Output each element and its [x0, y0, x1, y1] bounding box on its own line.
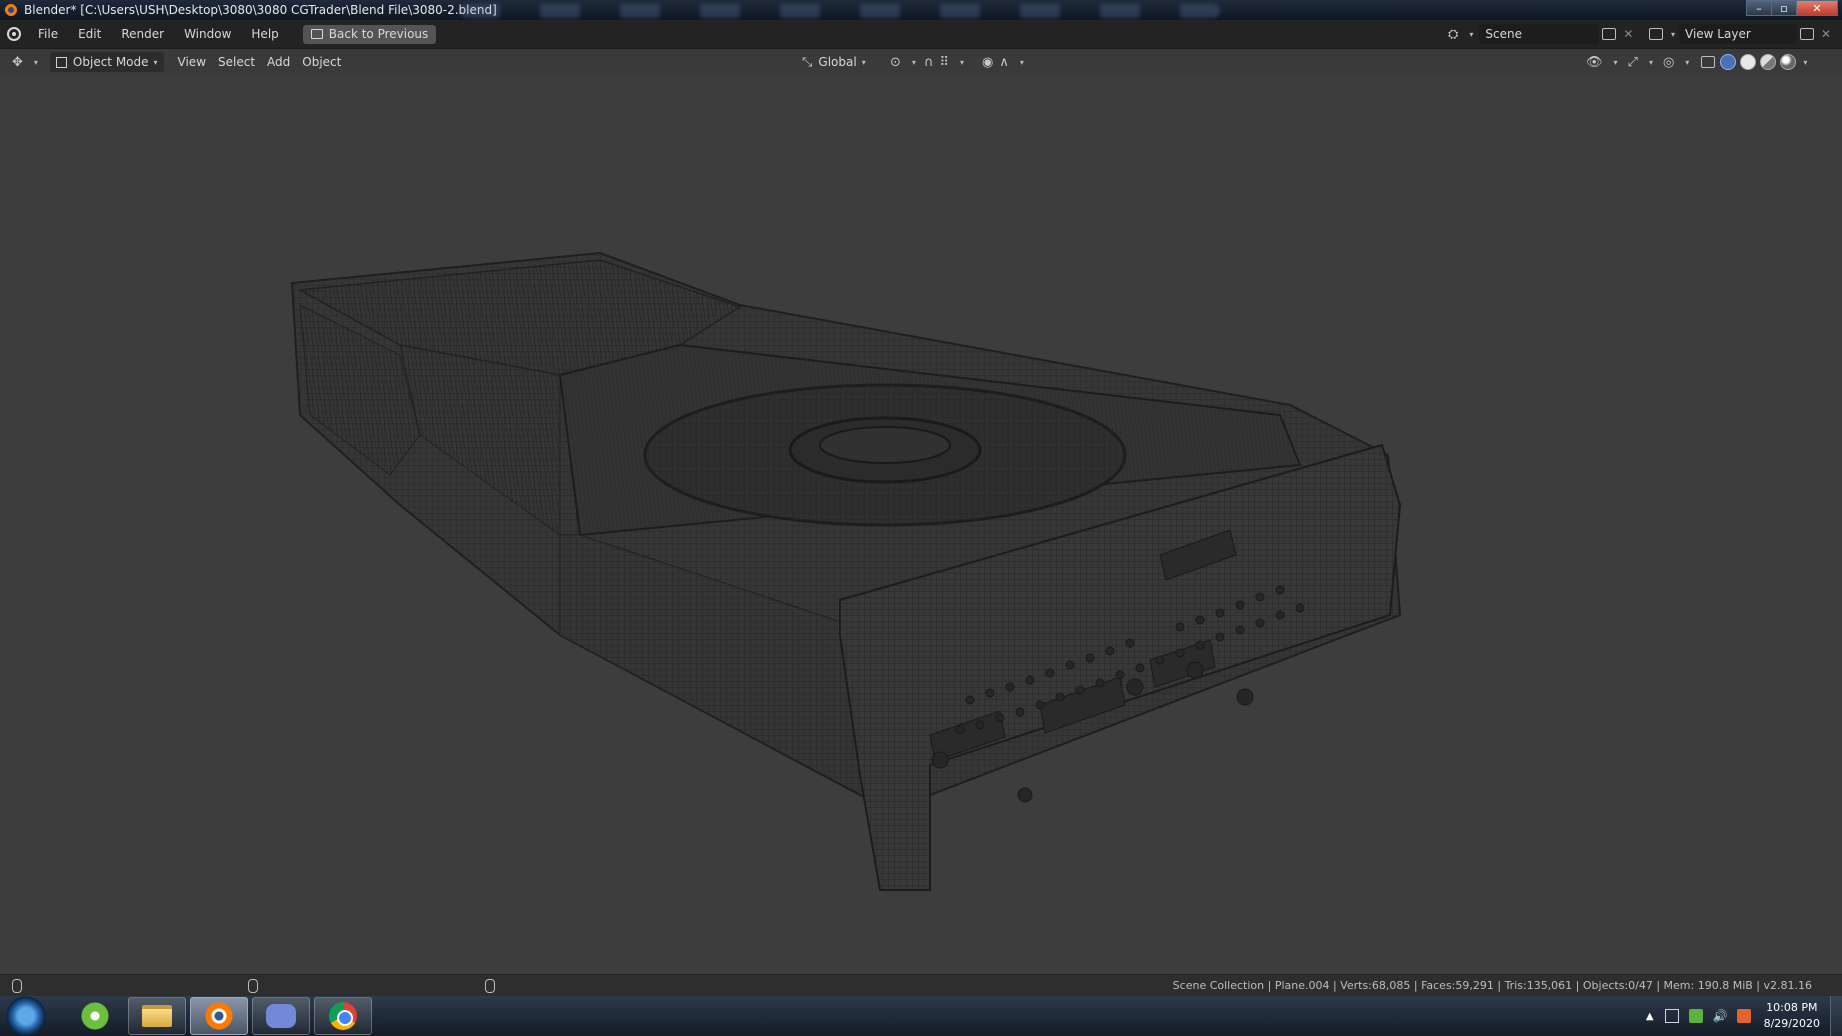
rendered-shading-icon[interactable] [1780, 54, 1797, 70]
material-shading-icon[interactable] [1760, 54, 1777, 70]
blender-menu-icon[interactable] [0, 20, 28, 48]
scene-icon[interactable]: ⛭ [1448, 27, 1458, 42]
close-button[interactable]: ✕ [1796, 0, 1838, 16]
back-to-previous-label: Back to Previous [328, 27, 429, 41]
minimize-button[interactable]: – [1746, 0, 1772, 16]
chevron-down-icon: ▾ [153, 57, 158, 67]
proportional-edit-icon: ◉ [982, 54, 994, 70]
taskbar-file-explorer[interactable] [128, 997, 186, 1035]
right-mouse-icon [485, 979, 495, 993]
menu-render[interactable]: Render [111, 20, 174, 48]
taskbar-discord[interactable] [252, 997, 310, 1035]
object-mode-label: Object Mode [72, 55, 149, 69]
show-hidden-icons-icon[interactable]: ▲ [1646, 1011, 1654, 1022]
orientation-icon: ⤡ [802, 54, 813, 70]
3d-viewport[interactable] [0, 75, 1842, 974]
remove-view-layer-icon[interactable]: ✕ [1821, 27, 1831, 41]
editor-type-icon: ✥ [12, 54, 23, 70]
menu-add[interactable]: Add [261, 52, 296, 72]
show-desktop-button[interactable] [1830, 996, 1842, 1036]
pivot-icon: ⊙ [890, 54, 901, 70]
solid-shading-icon[interactable] [1740, 54, 1757, 70]
blender-app-icon [4, 3, 18, 17]
viewport-overlays-group: 👁 ▾ ⤢ ▾ ◎ ▾ ▾ [1586, 54, 1808, 70]
menu-select[interactable]: Select [212, 52, 261, 72]
scene-name: Scene [1485, 27, 1523, 41]
snap-grid-icon: ⠿ [939, 54, 950, 70]
new-scene-icon[interactable] [1602, 28, 1617, 40]
volume-icon[interactable]: 🔊 [1713, 1009, 1728, 1023]
chevron-down-icon: ▾ [1469, 29, 1474, 39]
taskbar-chrome[interactable] [314, 997, 372, 1035]
blender-icon [205, 1002, 233, 1030]
windows-taskbar: ▲ 🔊 10:08 PM 8/29/2020 [0, 996, 1842, 1036]
object-mode-dropdown[interactable]: Object Mode ▾ [49, 52, 164, 72]
menu-view[interactable]: View [172, 52, 212, 72]
pivot-point-button[interactable]: ⊙ ▾ [884, 52, 922, 72]
scene-statistics: Scene Collection | Plane.004 | Verts:68,… [1172, 979, 1812, 992]
scene-selector: ⛭ ▾ Scene ✕ [1448, 24, 1637, 44]
view-layer-selector: ▾ View Layer ✕ [1646, 24, 1835, 44]
window-title-bar: Blender* [C:\Users\USH\Desktop\3080\3080… [0, 0, 1842, 20]
taskbar-utorrent[interactable] [66, 997, 124, 1035]
gizmo-icon[interactable]: ⤢ [1628, 55, 1638, 70]
view-layer-field[interactable]: View Layer [1679, 24, 1798, 44]
magnet-icon: ∩ [924, 54, 934, 70]
top-menu-bar: File Edit Render Window Help Back to Pre… [0, 20, 1842, 49]
view-layer-name: View Layer [1685, 27, 1751, 41]
snap-toggle[interactable]: ∩ ⠿ ▾ [918, 52, 970, 72]
orientation-label: Global [818, 55, 857, 69]
falloff-icon: ∧ [999, 54, 1009, 70]
menu-edit[interactable]: Edit [68, 20, 111, 48]
clock-date: 8/29/2020 [1763, 1017, 1820, 1030]
tray-app-icon[interactable] [1736, 1009, 1751, 1023]
back-to-previous-button[interactable]: Back to Previous [302, 24, 437, 44]
taskbar-blender[interactable] [190, 997, 248, 1035]
middle-mouse-icon [248, 979, 258, 993]
network-icon[interactable] [1688, 1009, 1703, 1023]
maximize-button[interactable]: ▫ [1771, 0, 1797, 16]
left-mouse-icon [12, 979, 22, 993]
view-layer-icon[interactable] [1649, 28, 1663, 40]
window-controls: – ▫ ✕ [1746, 0, 1838, 16]
visibility-icon[interactable]: 👁 [1586, 55, 1603, 70]
discord-icon [266, 1004, 296, 1028]
proportional-edit-toggle[interactable]: ◉ ∧ ▾ [976, 52, 1030, 72]
taskbar-clock[interactable]: 10:08 PM 8/29/2020 [1764, 1000, 1820, 1032]
menu-help[interactable]: Help [241, 20, 288, 48]
chevron-down-icon: ▾ [1671, 29, 1676, 39]
wireframe-shading-icon[interactable] [1720, 54, 1737, 70]
title-bar-glass [460, 4, 1220, 18]
menu-window[interactable]: Window [174, 20, 241, 48]
menu-file[interactable]: File [28, 20, 68, 48]
system-tray: ▲ 🔊 10:08 PM 8/29/2020 [1646, 996, 1842, 1036]
editor-type-button[interactable]: ✥ ▾ [6, 52, 44, 72]
viewport-header: ✥ ▾ Object Mode ▾ View Select Add Object … [0, 49, 1842, 75]
folder-icon [142, 1005, 172, 1027]
utorrent-icon [81, 1002, 109, 1030]
xray-toggle-icon[interactable] [1701, 56, 1716, 68]
start-button[interactable] [6, 996, 46, 1036]
wireframe-gpu-model [290, 251, 1402, 891]
menu-object[interactable]: Object [296, 52, 347, 72]
overlays-icon[interactable]: ◎ [1663, 55, 1674, 70]
object-mode-icon [55, 56, 67, 68]
window-title: Blender* [C:\Users\USH\Desktop\3080\3080… [24, 3, 497, 17]
transform-orientation-dropdown[interactable]: ⤡ Global ▾ [796, 52, 872, 72]
remove-scene-icon[interactable]: ✕ [1623, 27, 1633, 41]
screen-icon [310, 29, 323, 39]
status-bar: Scene Collection | Plane.004 | Verts:68,… [0, 974, 1842, 996]
action-center-icon[interactable] [1664, 1009, 1679, 1023]
clock-time: 10:08 PM [1766, 1001, 1818, 1014]
scene-name-field[interactable]: Scene [1479, 24, 1600, 44]
chrome-icon [329, 1002, 357, 1030]
new-view-layer-icon[interactable] [1800, 28, 1815, 40]
